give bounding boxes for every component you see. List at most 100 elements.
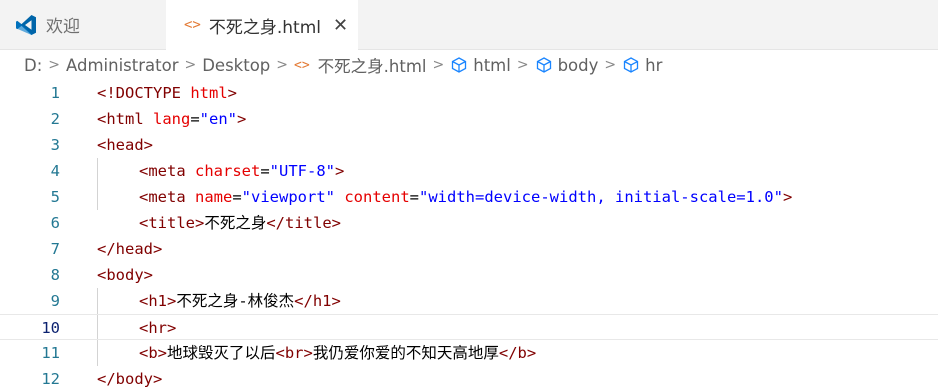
code-token: <html <box>97 110 153 128</box>
line-number: 11 <box>41 344 60 362</box>
symbol-cube-icon <box>536 57 551 73</box>
code-text: <meta name="viewport" content="width=dev… <box>139 184 792 210</box>
code-token: "UTF-8" <box>269 162 335 180</box>
code-token: charset <box>195 162 261 180</box>
line-number: 9 <box>50 292 60 310</box>
code-line[interactable]: 10 <hr> <box>0 314 938 340</box>
code-token: <h1> <box>139 292 177 310</box>
code-text: </head> <box>97 236 162 262</box>
code-token: </h1> <box>294 292 341 310</box>
code-token: "width=device-width, initial-scale=1.0" <box>419 188 783 206</box>
line-number: 10 <box>41 319 60 337</box>
html-file-icon: <> <box>184 17 201 33</box>
code-token: <b> <box>139 344 167 362</box>
code-token: <head> <box>97 136 153 154</box>
code-line[interactable]: 12 </body> <box>0 366 938 392</box>
line-number: 12 <box>41 370 60 388</box>
code-line[interactable]: 7 </head> <box>0 236 938 262</box>
code-line[interactable]: 6 <title>不死之身</title> <box>0 210 938 236</box>
code-token: name <box>195 188 233 206</box>
chevron-right-icon: > <box>184 57 197 73</box>
breadcrumb-drive[interactable]: D: <box>24 56 42 75</box>
code-token: <meta <box>139 188 195 206</box>
code-token: </title> <box>266 214 341 232</box>
code-token: </body> <box>97 370 163 388</box>
code-token: <br> <box>275 344 313 362</box>
chevron-right-icon: > <box>48 57 60 73</box>
code-text: <title>不死之身</title> <box>139 210 341 236</box>
vscode-icon <box>16 14 36 35</box>
line-number: 4 <box>50 162 60 180</box>
line-number: 3 <box>50 136 60 154</box>
code-token: <meta <box>139 162 195 180</box>
code-token: 地球毁灭了以后 <box>167 344 276 362</box>
symbol-cube-icon <box>452 57 467 73</box>
breadcrumb: D: > Administrator > Desktop > <> 不死之身.ht… <box>0 50 938 80</box>
code-token: = <box>190 110 200 128</box>
code-text: <!DOCTYPE html> <box>97 80 237 106</box>
line-number: 8 <box>50 266 60 284</box>
code-line[interactable]: 8 <body> <box>0 262 938 288</box>
code-token: <body> <box>97 266 153 284</box>
code-token: = <box>232 188 242 206</box>
code-token: > <box>335 162 345 180</box>
code-token: > <box>237 110 247 128</box>
tab-welcome-label: 欢迎 <box>46 17 80 37</box>
code-token: = <box>260 162 270 180</box>
close-icon[interactable]: ✕ <box>333 15 348 36</box>
code-token: = <box>409 188 420 206</box>
code-token: 不死之身-林俊杰 <box>176 292 295 310</box>
code-token: <!DOCTYPE <box>97 84 191 102</box>
code-token: lang <box>153 110 191 128</box>
code-line[interactable]: 5 <meta name="viewport" content="width=de… <box>0 184 938 210</box>
tab-file-label: 不死之身.html <box>208 17 321 38</box>
code-token: > <box>782 188 793 206</box>
line-number: 7 <box>50 240 60 258</box>
code-token: 不死之身 <box>204 214 267 232</box>
code-text: <meta charset="UTF-8"> <box>139 158 344 184</box>
code-token: </head> <box>97 240 163 258</box>
code-token: <hr> <box>139 319 177 337</box>
code-line[interactable]: 9 <h1>不死之身-林俊杰</h1> <box>0 288 938 314</box>
tab-bar: 欢迎 <> 不死之身.html ✕ <box>0 0 938 50</box>
code-token: <title> <box>139 214 205 232</box>
line-number: 6 <box>50 214 60 232</box>
code-text: <hr> <box>139 315 176 341</box>
code-text: <html lang="en"> <box>97 106 246 132</box>
chevron-right-icon: > <box>276 57 288 73</box>
code-token: html <box>190 84 228 102</box>
breadcrumb-administrator[interactable]: Administrator <box>66 56 178 75</box>
code-text: <b>地球毁灭了以后<br>我仍爱你爱的不知天高地厚</b> <box>139 340 536 366</box>
code-line[interactable]: 1 <!DOCTYPE html> <box>0 80 938 106</box>
symbol-cube-icon <box>623 57 639 73</box>
code-line[interactable]: 11 <b>地球毁灭了以后<br>我仍爱你爱的不知天高地厚</b> <box>0 340 938 366</box>
tab-html-file[interactable]: <> 不死之身.html ✕ <box>166 0 358 50</box>
chevron-right-icon: > <box>516 57 529 73</box>
code-token: "viewport" <box>241 188 335 206</box>
line-number: 1 <box>50 84 60 102</box>
breadcrumb-desktop[interactable]: Desktop <box>202 56 270 75</box>
chevron-right-icon: > <box>432 57 445 73</box>
code-text: <body> <box>97 262 153 288</box>
code-line[interactable]: 2 <html lang="en"> <box>0 106 938 132</box>
breadcrumb-file[interactable]: <> 不死之身.html <box>294 53 427 77</box>
code-token: content <box>344 188 410 206</box>
code-line[interactable]: 4 <meta charset="UTF-8"> <box>0 158 938 184</box>
html-file-icon: <> <box>294 57 310 73</box>
code-token: 我仍爱你爱的不知天高地厚 <box>312 344 499 362</box>
line-number: 5 <box>50 188 60 206</box>
code-line[interactable]: 3 <head> <box>0 132 938 158</box>
line-number: 2 <box>50 110 60 128</box>
breadcrumb-html[interactable]: html <box>450 56 511 75</box>
code-token: "en" <box>199 110 237 128</box>
code-token: > <box>227 84 237 102</box>
code-editor[interactable]: 1 <!DOCTYPE html> 2 <html lang="en"> 3 <head>… <box>0 80 938 388</box>
chevron-right-icon: > <box>604 57 617 73</box>
code-text: </body> <box>97 366 162 392</box>
tab-welcome[interactable]: 欢迎 <box>0 0 166 49</box>
breadcrumb-hr[interactable]: hr <box>622 56 662 75</box>
code-token: </b> <box>498 344 537 362</box>
code-text: <head> <box>97 132 153 158</box>
breadcrumb-body[interactable]: body <box>535 56 598 75</box>
